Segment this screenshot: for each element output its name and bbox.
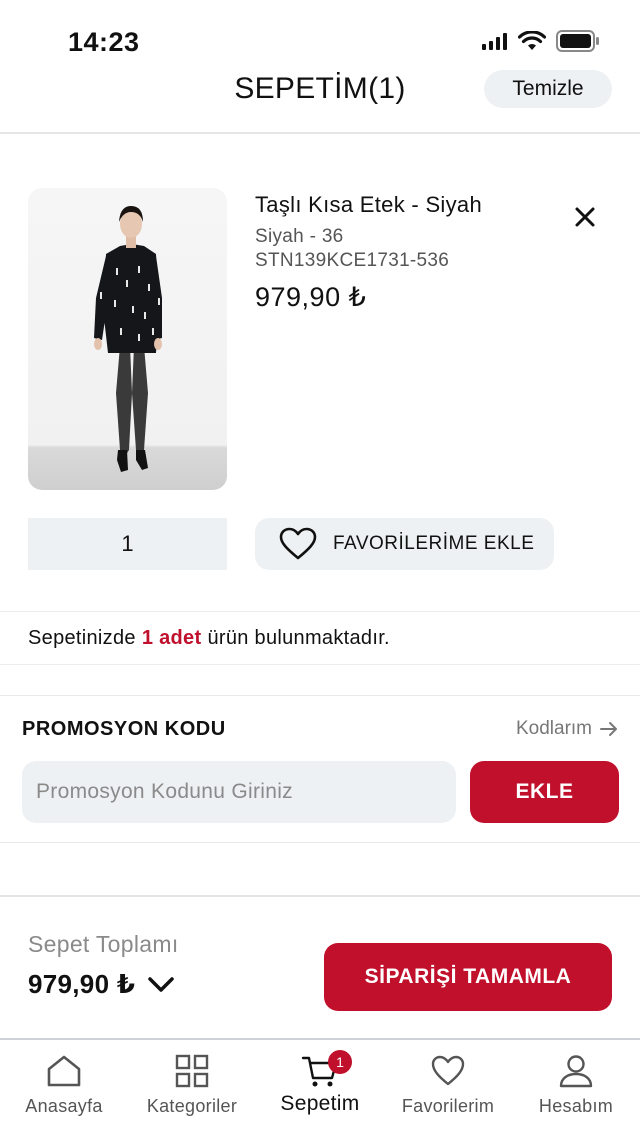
tab-label: Sepetim bbox=[280, 1092, 360, 1115]
summary-total: 979,90 ₺ bbox=[28, 969, 136, 999]
summary-label: Sepet Toplamı bbox=[28, 931, 179, 957]
heart-icon bbox=[431, 1055, 465, 1086]
tab-account[interactable]: Hesabım bbox=[512, 1040, 640, 1138]
signal-icon bbox=[482, 33, 507, 50]
product-price: 979,90 ₺ bbox=[255, 282, 367, 312]
product-image[interactable] bbox=[28, 188, 227, 490]
quantity-selector[interactable]: 1 bbox=[28, 518, 227, 570]
status-bar: 14:23 bbox=[0, 0, 640, 70]
tab-favorites[interactable]: Favorilerim bbox=[384, 1040, 512, 1138]
grid-icon bbox=[175, 1054, 209, 1088]
cart-summary: Sepet Toplamı 979,90 ₺ SİPARİŞİ TAMAMLA bbox=[0, 895, 640, 1040]
tab-home[interactable]: Anasayfa bbox=[0, 1040, 128, 1138]
tab-cart[interactable]: 1 Sepetim bbox=[256, 1040, 384, 1138]
checkout-button[interactable]: SİPARİŞİ TAMAMLA bbox=[324, 943, 612, 1011]
apply-promo-button[interactable]: EKLE bbox=[470, 761, 619, 823]
add-to-favorites-button[interactable]: FAVORİLERİME EKLE bbox=[255, 518, 554, 570]
info-count: 1 adet bbox=[141, 626, 202, 649]
promo-title: PROMOSYON KODU bbox=[22, 718, 226, 740]
product-variant: Siyah - 36 bbox=[255, 226, 344, 247]
wifi-icon bbox=[518, 31, 546, 50]
user-icon bbox=[559, 1055, 593, 1088]
product-name[interactable]: Taşlı Kısa Etek - Siyah bbox=[255, 192, 482, 218]
tab-label: Favorilerim bbox=[401, 1096, 495, 1116]
summary-total-toggle[interactable]: 979,90 ₺ bbox=[28, 969, 175, 1000]
status-icons bbox=[482, 30, 600, 52]
chevron-down-icon bbox=[148, 976, 174, 992]
close-icon bbox=[575, 207, 595, 227]
home-icon bbox=[47, 1055, 81, 1087]
arrow-right-icon bbox=[600, 722, 617, 736]
remove-item-button[interactable] bbox=[570, 202, 600, 232]
tab-label: Hesabım bbox=[538, 1096, 614, 1116]
status-time: 14:23 bbox=[68, 27, 140, 57]
tab-label: Kategoriler bbox=[146, 1096, 238, 1116]
tab-categories[interactable]: Kategoriler bbox=[128, 1040, 256, 1138]
bottom-tab-bar: Anasayfa Kategoriler 1 Sepetim Favoriler… bbox=[0, 1040, 640, 1138]
info-suffix: ürün bulunmaktadır. bbox=[207, 626, 390, 649]
quantity-value: 1 bbox=[121, 531, 134, 556]
cart-item: Taşlı Kısa Etek - Siyah Siyah - 36 STN13… bbox=[28, 188, 612, 493]
product-photo bbox=[94, 206, 162, 472]
clear-cart-button[interactable]: Temizle bbox=[484, 70, 612, 108]
cart-badge: 1 bbox=[328, 1050, 352, 1074]
heart-icon bbox=[279, 527, 317, 560]
promo-code-input[interactable] bbox=[22, 761, 456, 823]
info-prefix: Sepetinizde bbox=[28, 626, 136, 649]
cart-count-info: Sepetinizde 1 adet ürün bulunmaktadır. bbox=[0, 611, 640, 665]
my-codes-link[interactable]: Kodlarım bbox=[516, 718, 618, 740]
product-sku: STN139KCE1731-536 bbox=[255, 250, 450, 271]
battery-icon bbox=[556, 30, 599, 52]
promo-section: PROMOSYON KODU Kodlarım EKLE bbox=[0, 695, 640, 843]
page-header: SEPETİM(1) Temizle bbox=[0, 66, 640, 134]
my-codes-label: Kodlarım bbox=[515, 718, 592, 739]
tab-label: Anasayfa bbox=[25, 1096, 103, 1116]
favorite-label: FAVORİLERİME EKLE bbox=[333, 533, 535, 554]
